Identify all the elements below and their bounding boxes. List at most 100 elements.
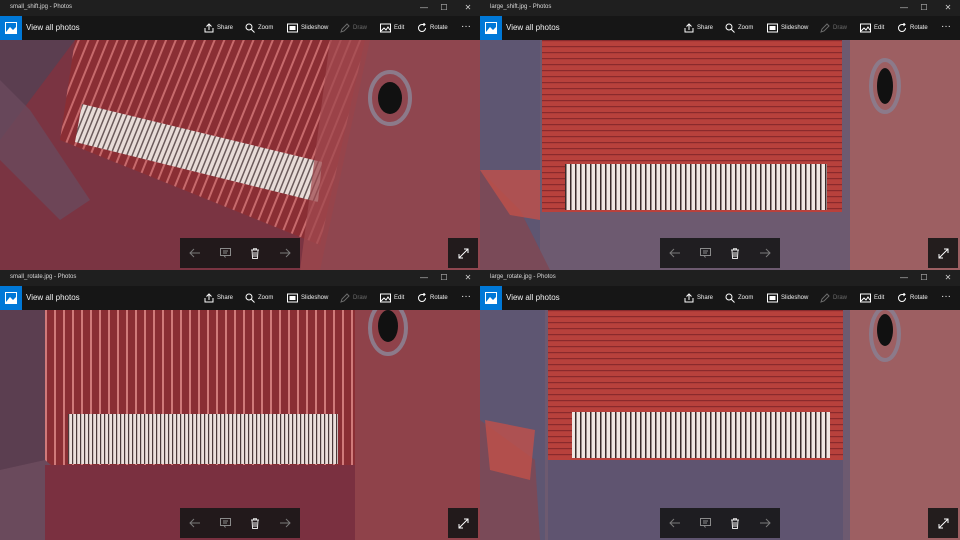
photo-viewport: [480, 310, 960, 540]
photos-toolbar: View all photos Share Zoom Slideshow Dra…: [480, 16, 960, 40]
zoom-button[interactable]: Zoom: [245, 21, 273, 35]
window-title: large_shift.jpg - Photos: [490, 4, 552, 10]
close-button[interactable]: ✕: [456, 0, 480, 16]
more-options-button[interactable]: ···: [461, 19, 471, 33]
delete-button[interactable]: [727, 515, 743, 531]
zoom-label: Zoom: [738, 25, 754, 31]
view-all-photos-link[interactable]: View all photos: [26, 23, 80, 32]
slideshow-label: Slideshow: [301, 295, 329, 301]
share-label: Share: [217, 295, 234, 301]
more-options-button[interactable]: ···: [941, 289, 951, 303]
rotate-button[interactable]: Rotate: [897, 21, 928, 35]
arrow-right-icon: [760, 248, 771, 258]
window-title: large_rotate.jpg - Photos: [490, 274, 556, 280]
more-options-button[interactable]: ···: [461, 289, 471, 303]
fullscreen-button[interactable]: [928, 508, 958, 538]
aerial-photo: [480, 40, 960, 270]
close-button[interactable]: ✕: [936, 0, 960, 16]
edit-icon: [380, 23, 391, 33]
previous-button[interactable]: [667, 245, 683, 261]
next-button[interactable]: [757, 245, 773, 261]
title-bar[interactable]: small_shift.jpg - Photos — ☐ ✕: [0, 0, 480, 16]
info-button[interactable]: [217, 245, 233, 261]
zoom-button[interactable]: Zoom: [725, 291, 753, 305]
title-bar[interactable]: large_rotate.jpg - Photos — ☐ ✕: [480, 270, 960, 286]
previous-button[interactable]: [187, 515, 203, 531]
photos-app-icon[interactable]: [480, 286, 502, 310]
share-button[interactable]: Share: [204, 21, 233, 35]
rotate-label: Rotate: [430, 295, 448, 301]
edit-icon: [380, 293, 391, 303]
zoom-button[interactable]: Zoom: [725, 21, 753, 35]
title-bar[interactable]: large_shift.jpg - Photos — ☐ ✕: [480, 0, 960, 16]
zoom-icon: [245, 293, 255, 303]
edit-button[interactable]: Edit: [380, 21, 404, 35]
maximize-button[interactable]: ☐: [912, 0, 936, 16]
view-all-photos-link[interactable]: View all photos: [26, 293, 80, 302]
view-all-photos-link[interactable]: View all photos: [506, 23, 560, 32]
expand-icon: [458, 518, 468, 528]
slideshow-button[interactable]: Slideshow: [767, 291, 808, 305]
slideshow-icon: [287, 23, 298, 33]
photos-app-icon[interactable]: [0, 286, 22, 310]
slideshow-button[interactable]: Slideshow: [287, 21, 328, 35]
more-options-button[interactable]: ···: [941, 19, 951, 33]
info-button[interactable]: [697, 515, 713, 531]
slideshow-icon: [287, 293, 298, 303]
view-all-photos-link[interactable]: View all photos: [506, 293, 560, 302]
maximize-button[interactable]: ☐: [432, 270, 456, 286]
next-button[interactable]: [757, 515, 773, 531]
draw-button[interactable]: Draw: [340, 21, 367, 35]
title-bar[interactable]: small_rotate.jpg - Photos — ☐ ✕: [0, 270, 480, 286]
share-button[interactable]: Share: [684, 21, 713, 35]
edit-button[interactable]: Edit: [860, 21, 884, 35]
next-button[interactable]: [277, 515, 293, 531]
delete-button[interactable]: [727, 245, 743, 261]
close-button[interactable]: ✕: [456, 270, 480, 286]
draw-icon: [340, 23, 350, 33]
zoom-icon: [725, 293, 735, 303]
photos-app-icon[interactable]: [0, 16, 22, 40]
edit-label: Edit: [874, 295, 885, 301]
share-button[interactable]: Share: [204, 291, 233, 305]
rotate-label: Rotate: [910, 295, 928, 301]
maximize-button[interactable]: ☐: [432, 0, 456, 16]
photo-viewport: [0, 40, 480, 270]
draw-button[interactable]: Draw: [820, 21, 847, 35]
arrow-left-icon: [669, 518, 680, 528]
rotate-icon: [418, 293, 426, 302]
next-button[interactable]: [277, 245, 293, 261]
edit-button[interactable]: Edit: [860, 291, 884, 305]
rotate-button[interactable]: Rotate: [417, 21, 448, 35]
photo-viewport: [0, 310, 480, 540]
info-button[interactable]: [217, 515, 233, 531]
slideshow-button[interactable]: Slideshow: [287, 291, 328, 305]
delete-button[interactable]: [247, 515, 263, 531]
maximize-button[interactable]: ☐: [912, 270, 936, 286]
edit-label: Edit: [394, 25, 405, 31]
info-button[interactable]: [697, 245, 713, 261]
four-window-grid: small_shift.jpg - Photos — ☐ ✕ View all …: [0, 0, 960, 540]
fullscreen-button[interactable]: [928, 238, 958, 268]
share-button[interactable]: Share: [684, 291, 713, 305]
fullscreen-button[interactable]: [448, 238, 478, 268]
draw-button[interactable]: Draw: [340, 291, 367, 305]
trash-icon: [731, 247, 739, 259]
arrow-left-icon: [189, 518, 200, 528]
draw-button[interactable]: Draw: [820, 291, 847, 305]
rotate-button[interactable]: Rotate: [417, 291, 448, 305]
fullscreen-button[interactable]: [448, 508, 478, 538]
photos-app-icon[interactable]: [480, 16, 502, 40]
rotate-button[interactable]: Rotate: [897, 291, 928, 305]
previous-button[interactable]: [187, 245, 203, 261]
zoom-button[interactable]: Zoom: [245, 291, 273, 305]
draw-label: Draw: [833, 295, 848, 301]
slideshow-label: Slideshow: [781, 295, 809, 301]
slideshow-button[interactable]: Slideshow: [767, 21, 808, 35]
edit-button[interactable]: Edit: [380, 291, 404, 305]
previous-button[interactable]: [667, 515, 683, 531]
trash-icon: [731, 517, 739, 529]
close-button[interactable]: ✕: [936, 270, 960, 286]
delete-button[interactable]: [247, 245, 263, 261]
filmstrip-controls: [660, 508, 780, 538]
